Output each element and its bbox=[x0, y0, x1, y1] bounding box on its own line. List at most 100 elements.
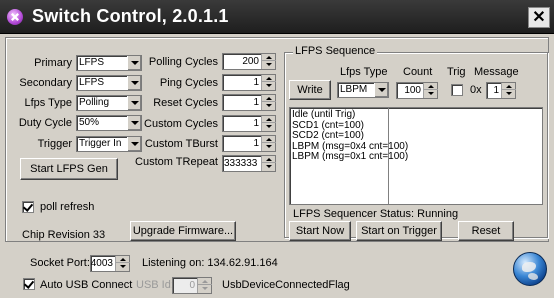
spin-up-icon[interactable] bbox=[262, 75, 276, 82]
trigger-select[interactable]: Trigger In bbox=[76, 136, 142, 152]
spin-down-icon[interactable] bbox=[262, 143, 276, 150]
socket-port-stepper[interactable]: 4003 bbox=[90, 255, 130, 272]
socket-port-label: Socket Port: bbox=[30, 257, 90, 269]
reset-cycles-label: Reset Cycles bbox=[153, 97, 218, 109]
spin-up-icon[interactable] bbox=[262, 116, 276, 123]
sequence-list[interactable]: Idle (until Trig) SCD1 (cnt=100) SCD2 (c… bbox=[289, 107, 543, 205]
trigger-value: Trigger In bbox=[79, 138, 122, 149]
custom-trepeat-label: Custom TRepeat bbox=[135, 156, 218, 168]
secondary-value: LFPS bbox=[79, 77, 105, 88]
spin-down-icon[interactable] bbox=[502, 90, 516, 97]
sequence-message-value: 1 bbox=[493, 85, 499, 96]
spin-down-icon[interactable] bbox=[262, 102, 276, 109]
spin-up-icon[interactable] bbox=[198, 278, 212, 285]
spin-down-icon[interactable] bbox=[198, 285, 212, 292]
custom-cycles-label: Custom Cycles bbox=[144, 118, 218, 130]
upgrade-firmware-button[interactable]: Upgrade Firmware... bbox=[130, 221, 236, 241]
ping-cycles-label: Ping Cycles bbox=[159, 77, 218, 89]
usb-id-value: 0 bbox=[189, 280, 195, 291]
sequence-count-stepper[interactable]: 100 bbox=[396, 82, 438, 99]
custom-tburst-value: 1 bbox=[253, 138, 259, 149]
close-button[interactable]: ✕ bbox=[528, 7, 550, 28]
custom-cycles-value: 1 bbox=[253, 118, 259, 129]
sequence-type-select[interactable]: LBPM bbox=[337, 82, 389, 98]
spin-down-icon[interactable] bbox=[262, 123, 276, 130]
chevron-down-icon[interactable] bbox=[374, 83, 388, 97]
custom-cycles-stepper[interactable]: 1 bbox=[222, 115, 276, 132]
duty-cycle-value: 50% bbox=[79, 117, 100, 128]
spin-down-icon[interactable] bbox=[116, 263, 130, 270]
polling-cycles-value: 200 bbox=[242, 56, 259, 67]
primary-label: Primary bbox=[34, 57, 72, 69]
list-item[interactable]: LBPM (msg=0x1 cnt=100) bbox=[292, 151, 408, 163]
socket-port-value: 4003 bbox=[90, 258, 113, 269]
col-count: Count bbox=[403, 66, 433, 78]
spin-up-icon[interactable] bbox=[262, 136, 276, 143]
sequencer-status: LFPS Sequencer Status: Running bbox=[293, 208, 459, 220]
spin-down-icon[interactable] bbox=[262, 163, 276, 170]
usb-id-stepper[interactable]: 0 bbox=[172, 277, 212, 294]
polling-cycles-stepper[interactable]: 200 bbox=[222, 53, 276, 70]
chevron-down-icon[interactable] bbox=[127, 116, 141, 130]
title-bar: Switch Control, 2.0.1.1 ✕ bbox=[0, 0, 554, 34]
write-button[interactable]: Write bbox=[289, 80, 331, 100]
primary-select[interactable]: LFPS bbox=[76, 55, 142, 71]
spin-up-icon[interactable] bbox=[116, 256, 130, 263]
window-title: Switch Control, 2.0.1.1 bbox=[32, 6, 229, 26]
duty-cycle-label: Duty Cycle bbox=[18, 117, 72, 129]
secondary-label: Secondary bbox=[19, 77, 72, 89]
ping-cycles-stepper[interactable]: 1 bbox=[222, 74, 276, 91]
secondary-select[interactable]: LFPS bbox=[76, 75, 142, 91]
chevron-down-icon[interactable] bbox=[127, 76, 141, 90]
chevron-down-icon[interactable] bbox=[127, 96, 141, 110]
duty-cycle-select[interactable]: 50% bbox=[76, 115, 142, 131]
spin-up-icon[interactable] bbox=[262, 95, 276, 102]
reset-cycles-value: 1 bbox=[253, 97, 259, 108]
usb-flag: UsbDeviceConnectedFlag bbox=[222, 279, 350, 291]
custom-trepeat-stepper[interactable]: 333333 bbox=[222, 155, 276, 172]
trigger-label: Trigger bbox=[37, 138, 72, 150]
auto-usb-connect-checkbox[interactable] bbox=[23, 278, 35, 290]
spin-down-icon[interactable] bbox=[424, 90, 438, 97]
sequence-trig-checkbox[interactable] bbox=[451, 84, 463, 96]
start-on-trigger-button[interactable]: Start on Trigger bbox=[356, 221, 442, 241]
chevron-down-icon[interactable] bbox=[127, 56, 141, 70]
spin-up-icon[interactable] bbox=[262, 156, 276, 163]
custom-trepeat-value: 333333 bbox=[224, 158, 258, 169]
ping-cycles-value: 1 bbox=[253, 77, 259, 88]
globe-icon[interactable] bbox=[513, 252, 547, 286]
spin-up-icon[interactable] bbox=[502, 83, 516, 90]
lfps-type-select[interactable]: Polling bbox=[76, 95, 142, 111]
start-now-button[interactable]: Start Now bbox=[289, 221, 351, 241]
start-lfps-gen-button[interactable]: Start LFPS Gen bbox=[20, 158, 118, 180]
poll-refresh-label: poll refresh bbox=[40, 201, 95, 213]
reset-cycles-stepper[interactable]: 1 bbox=[222, 94, 276, 111]
custom-tburst-stepper[interactable]: 1 bbox=[222, 135, 276, 152]
sequence-message-stepper[interactable]: 1 bbox=[486, 82, 516, 99]
spin-up-icon[interactable] bbox=[424, 83, 438, 90]
list-divider bbox=[388, 108, 389, 204]
spin-down-icon[interactable] bbox=[262, 82, 276, 89]
lfps-type-value: Polling bbox=[79, 97, 110, 108]
listening-address: Listening on: 134.62.91.164 bbox=[142, 257, 278, 269]
polling-cycles-label: Polling Cycles bbox=[148, 56, 218, 68]
app-icon bbox=[7, 9, 23, 25]
col-trig: Trig bbox=[447, 66, 466, 78]
sequence-count-value: 100 bbox=[404, 85, 421, 96]
col-lfps-type: Lfps Type bbox=[340, 66, 388, 78]
sequence-type-value: LBPM bbox=[340, 84, 368, 95]
spin-down-icon[interactable] bbox=[262, 61, 276, 68]
spin-up-icon[interactable] bbox=[262, 54, 276, 61]
usb-id-label: USB Id: bbox=[136, 279, 174, 291]
list-item[interactable]: Idle (until Trig) bbox=[292, 109, 408, 121]
col-message: Message bbox=[474, 66, 519, 78]
auto-usb-connect-label: Auto USB Connect bbox=[40, 279, 133, 291]
reset-button[interactable]: Reset bbox=[458, 221, 514, 241]
lfps-sequence-title: LFPS Sequence bbox=[293, 45, 378, 57]
list-item[interactable]: SCD2 (cnt=100) bbox=[292, 130, 408, 142]
message-prefix: 0x bbox=[470, 84, 482, 96]
lfps-type-label: Lfps Type bbox=[24, 97, 73, 109]
poll-refresh-checkbox[interactable] bbox=[22, 201, 34, 213]
chip-revision: Chip Revision 33 bbox=[22, 229, 106, 241]
chevron-down-icon[interactable] bbox=[127, 137, 141, 151]
